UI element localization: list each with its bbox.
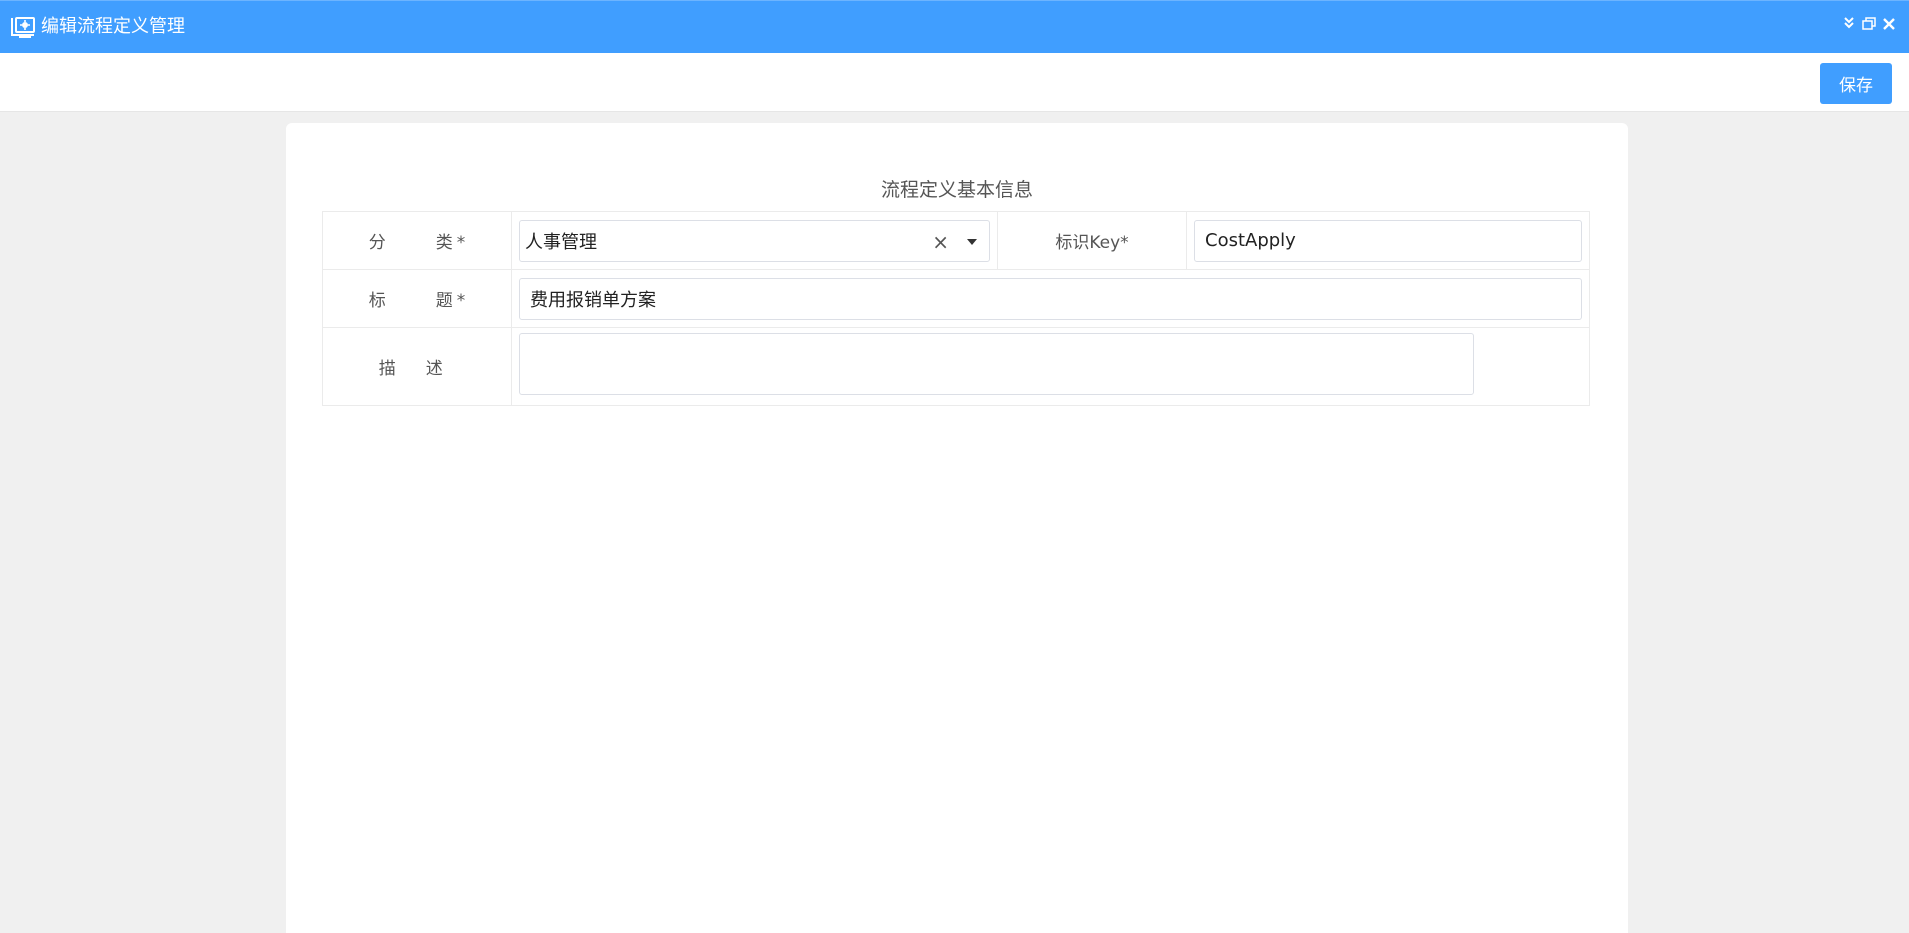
key-field-cell [1186, 211, 1590, 270]
title-field-cell [511, 269, 1590, 328]
toolbar: 保存 [0, 53, 1909, 112]
save-button[interactable]: 保存 [1820, 63, 1892, 104]
section-title: 流程定义基本信息 [880, 179, 1033, 201]
form-card: 流程定义基本信息 分类* 人事管理 × 标识Key* 标题* [286, 123, 1628, 933]
key-input[interactable] [1194, 219, 1582, 262]
description-field-cell [511, 327, 1590, 406]
settings-monitor-icon [11, 17, 35, 38]
category-field-cell: 人事管理 × [511, 211, 998, 270]
collapse-icon[interactable] [1841, 15, 1857, 33]
restore-icon[interactable] [1861, 15, 1877, 33]
category-selected-value: 人事管理 [525, 231, 597, 253]
window-titlebar: 编辑流程定义管理 [0, 0, 1909, 53]
description-textarea[interactable] [519, 333, 1474, 395]
definition-form: 分类* 人事管理 × 标识Key* 标题* [322, 211, 1590, 406]
window-title: 编辑流程定义管理 [41, 16, 185, 37]
category-select[interactable]: 人事管理 × [519, 219, 990, 262]
description-label: 描述* [322, 327, 512, 406]
category-label: 分类 * [322, 211, 512, 270]
title-input[interactable] [519, 277, 1582, 320]
key-label: 标识Key* [997, 211, 1187, 270]
chevron-down-icon[interactable] [967, 238, 977, 245]
clear-icon[interactable]: × [932, 230, 949, 254]
close-icon[interactable] [1881, 15, 1897, 33]
title-label: 标题 * [322, 269, 512, 328]
